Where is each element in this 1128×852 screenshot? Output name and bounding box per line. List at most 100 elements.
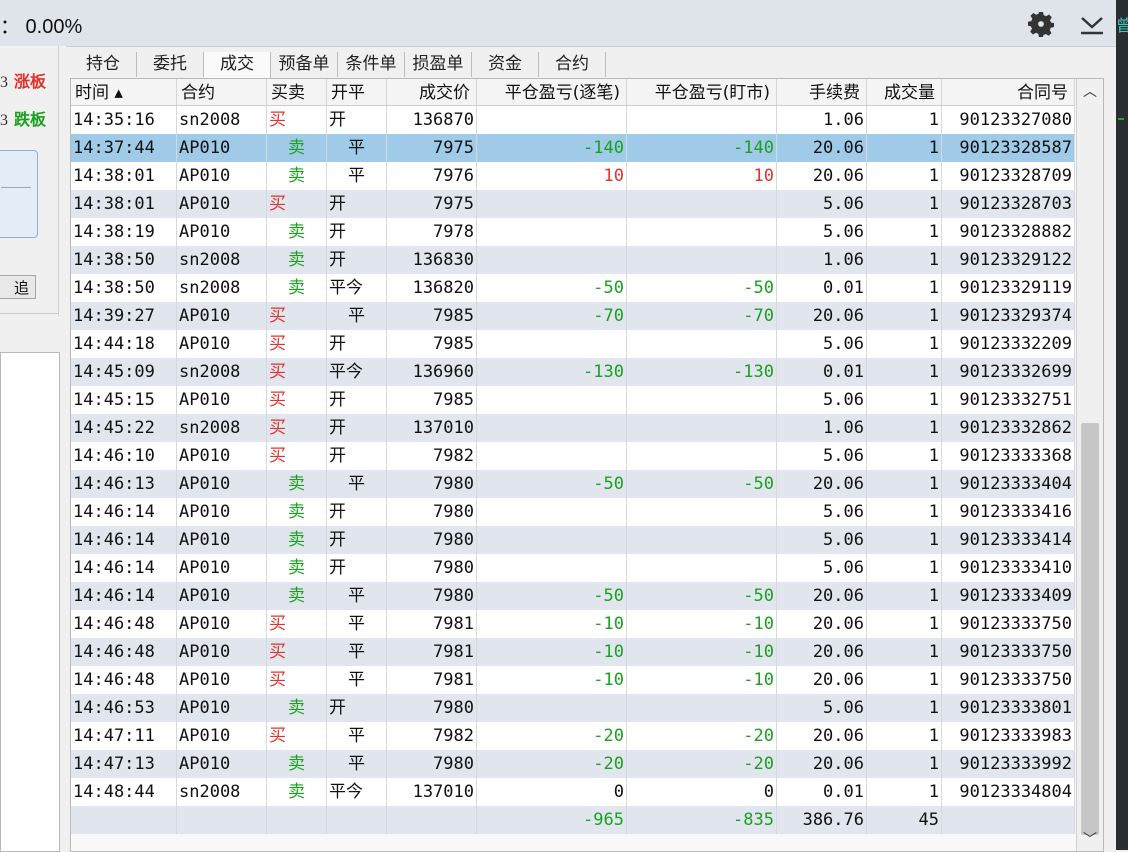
col-price-cell: 7980 <box>387 694 477 722</box>
table-row[interactable]: 14:45:09 sn2008 买平今 136960 -130 -130 0.01 1 9012… <box>71 358 1075 386</box>
table-row[interactable]: 14:46:48 AP010 买平 7981 -10 -10 20.06 1 901233337… <box>71 638 1075 666</box>
table-row[interactable]: 14:38:50 sn2008 卖开 136830 1.06 1 90123329122 <box>71 246 1075 274</box>
col-pnl-mtm-cell: -10 <box>627 666 777 694</box>
table-row[interactable]: 14:46:48 AP010 买平 7981 -10 -10 20.06 1 901233337… <box>71 610 1075 638</box>
table-row[interactable]: 14:46:14 AP010 卖平 7980 -50 -50 20.06 1 901233334… <box>71 582 1075 610</box>
col-pnl-mtm-cell: -140 <box>627 134 777 162</box>
col-contract-cell: AP010 <box>177 330 267 358</box>
tab-stop-profit[interactable]: 损盈单 <box>405 52 472 77</box>
col-side-cell: 卖 <box>267 750 327 778</box>
col-time-cell: 14:38:01 <box>71 190 177 218</box>
left-input-box[interactable] <box>0 150 38 238</box>
scroll-down-icon[interactable]: ﹀ <box>1081 831 1099 849</box>
col-pnl-trade-cell: -965 <box>477 806 627 834</box>
left-panel: 3 涨板 3 跌板 追 <box>0 46 66 852</box>
table-row[interactable]: 14:39:27 AP010 买平 7985 -70 -70 20.06 1 901233293… <box>71 302 1075 330</box>
col-order-id-cell: 90123328587 <box>942 134 1075 162</box>
col-side-cell: 买 <box>267 414 327 442</box>
col-contract-cell: AP010 <box>177 386 267 414</box>
tab-conditional[interactable]: 条件单 <box>338 52 405 77</box>
col-pnl-mtm-cell <box>627 218 777 246</box>
col-contract-cell: AP010 <box>177 526 267 554</box>
tab-contracts[interactable]: 合约 <box>539 52 606 77</box>
totals-row: -965 -835 386.76 45 <box>71 806 1075 834</box>
table-row[interactable]: 14:46:13 AP010 卖平 7980 -50 -50 20.06 1 901233334… <box>71 470 1075 498</box>
col-contract-header[interactable]: 合约 <box>177 79 267 105</box>
col-open-close-cell: 平 <box>327 582 387 610</box>
col-pnl-mtm-cell <box>627 106 777 134</box>
col-open-close-cell: 平 <box>327 638 387 666</box>
table-row[interactable]: 14:47:13 AP010 卖平 7980 -20 -20 20.06 1 901233339… <box>71 750 1075 778</box>
col-pnl-trade-header[interactable]: 平仓盈亏(逐笔) <box>477 79 627 105</box>
tab-trades[interactable]: 成交 <box>204 52 271 79</box>
table-row[interactable]: 14:46:14 AP010 卖开 7980 5.06 1 90123333414 <box>71 526 1075 554</box>
col-time-cell: 14:45:09 <box>71 358 177 386</box>
col-side-cell: 买 <box>267 610 327 638</box>
table-row[interactable]: 14:47:11 AP010 买平 7982 -20 -20 20.06 1 901233339… <box>71 722 1075 750</box>
gear-icon[interactable] <box>1027 10 1055 38</box>
col-price-header[interactable]: 成交价 <box>387 79 477 105</box>
col-time-cell: 14:38:50 <box>71 246 177 274</box>
scroll-thumb[interactable] <box>1081 423 1099 835</box>
table-row[interactable]: 14:46:10 AP010 买开 7982 5.06 1 90123333368 <box>71 442 1075 470</box>
col-order-id-header[interactable]: 合同号 <box>942 79 1075 105</box>
table-row[interactable]: 14:37:44 AP010 卖平 7975 -140 -140 20.06 1 9012332… <box>71 134 1075 162</box>
col-time-cell: 14:35:16 <box>71 106 177 134</box>
table-row[interactable]: 14:46:48 AP010 买平 7981 -10 -10 20.06 1 901233337… <box>71 666 1075 694</box>
table-row[interactable]: 14:38:19 AP010 卖开 7978 5.06 1 90123328882 <box>71 218 1075 246</box>
col-time-header[interactable]: 时间 ▴ <box>71 79 177 105</box>
col-time-cell <box>71 806 177 834</box>
col-pnl-mtm-cell: -50 <box>627 274 777 302</box>
col-volume-cell: 1 <box>867 246 942 274</box>
table-row[interactable]: 14:38:50 sn2008 卖平今 136820 -50 -50 0.01 1 901233… <box>71 274 1075 302</box>
col-side-cell: 买 <box>267 190 327 218</box>
col-price-cell: 137010 <box>387 414 477 442</box>
tab-positions[interactable]: 持仓 <box>70 52 137 77</box>
col-order-id-cell: 90123333750 <box>942 610 1075 638</box>
table-row[interactable]: 14:46:53 AP010 卖开 7980 5.06 1 90123333801 <box>71 694 1075 722</box>
col-price-cell: 7976 <box>387 162 477 190</box>
table-row[interactable]: 14:48:44 sn2008 卖平今 137010 0 0 0.01 1 9012333480… <box>71 778 1075 806</box>
col-pnl-trade-cell <box>477 526 627 554</box>
top-bar: ： 0.00% <box>0 0 1116 47</box>
col-pnl-trade-cell <box>477 498 627 526</box>
col-contract-cell: AP010 <box>177 470 267 498</box>
table-row[interactable]: 14:45:22 sn2008 买开 137010 1.06 1 90123332862 <box>71 414 1075 442</box>
collapse-down-icon[interactable] <box>1078 10 1106 38</box>
col-order-id-cell: 90123333992 <box>942 750 1075 778</box>
col-pnl-mtm-cell: 10 <box>627 162 777 190</box>
col-order-id-cell: 90123329374 <box>942 302 1075 330</box>
col-contract-cell: AP010 <box>177 750 267 778</box>
col-pnl-mtm-cell <box>627 246 777 274</box>
table-row[interactable]: 14:38:01 AP010 买开 7975 5.06 1 90123328703 <box>71 190 1075 218</box>
col-pnl-mtm-header[interactable]: 平仓盈亏(盯市) <box>627 79 777 105</box>
col-volume-cell: 1 <box>867 442 942 470</box>
limit-up-label[interactable]: 涨板 <box>14 72 46 91</box>
col-price-cell: 7980 <box>387 526 477 554</box>
table-row[interactable]: 14:38:01 AP010 卖平 7976 10 10 20.06 1 90123328709 <box>71 162 1075 190</box>
table-row[interactable]: 14:46:14 AP010 卖开 7980 5.06 1 90123333410 <box>71 554 1075 582</box>
chase-button[interactable]: 追 <box>0 275 36 299</box>
col-side-header[interactable]: 买卖 <box>267 79 327 105</box>
col-pnl-trade-cell <box>477 694 627 722</box>
limit-down-label[interactable]: 跌板 <box>14 110 46 129</box>
tab-orders[interactable]: 委托 <box>137 52 204 77</box>
col-contract-cell: AP010 <box>177 162 267 190</box>
scroll-up-icon[interactable]: ︿ <box>1081 83 1099 101</box>
table-row[interactable]: 14:35:16 sn2008 买开 136870 1.06 1 90123327080 <box>71 106 1075 134</box>
table-row[interactable]: 14:44:18 AP010 买开 7985 5.06 1 90123332209 <box>71 330 1075 358</box>
col-time-cell: 14:38:50 <box>71 274 177 302</box>
vertical-scrollbar[interactable]: ︿ ﹀ <box>1076 79 1103 851</box>
col-pnl-mtm-cell: -20 <box>627 722 777 750</box>
table-row[interactable]: 14:45:15 AP010 买开 7985 5.06 1 90123332751 <box>71 386 1075 414</box>
tab-funds[interactable]: 资金 <box>472 52 539 77</box>
col-pnl-trade-cell <box>477 246 627 274</box>
table-row[interactable]: 14:46:14 AP010 卖开 7980 5.06 1 90123333416 <box>71 498 1075 526</box>
col-volume-cell: 1 <box>867 106 942 134</box>
col-open-close-header[interactable]: 开平 <box>327 79 387 105</box>
col-fee-cell: 20.06 <box>777 722 867 750</box>
tab-preorders[interactable]: 预备单 <box>271 52 338 77</box>
col-volume-header[interactable]: 成交量 <box>867 79 942 105</box>
col-fee-header[interactable]: 手续费 <box>777 79 867 105</box>
col-order-id-cell: 90123328882 <box>942 218 1075 246</box>
